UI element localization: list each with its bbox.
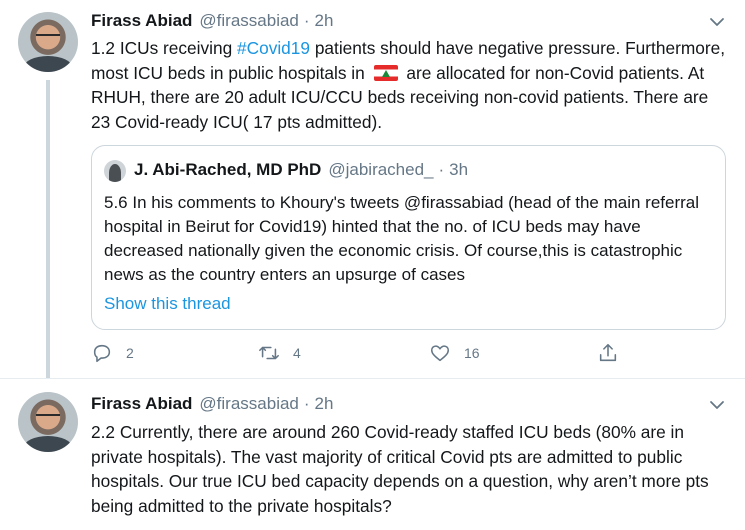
- tweet-text: 2.2 Currently, there are around 260 Covi…: [91, 422, 709, 516]
- quoted-tweet-text: 5.6 In his comments to Khoury's tweets @…: [104, 193, 699, 284]
- quoted-author-name[interactable]: J. Abi-Rached, MD PhD: [134, 160, 321, 180]
- like-count: 16: [464, 345, 480, 361]
- tweet-text: 1.2 ICUs receiving #Covid19 patients sho…: [91, 36, 727, 134]
- author-name[interactable]: Firass Abiad: [91, 394, 192, 414]
- heart-icon: [430, 345, 450, 362]
- tweet-text-part: 1.2 ICUs receiving: [91, 38, 237, 58]
- reply-button[interactable]: 2: [91, 342, 134, 364]
- tweet-actions: 2 4 16: [91, 342, 631, 366]
- avatar[interactable]: [18, 12, 78, 72]
- share-button[interactable]: [597, 342, 619, 364]
- tweet[interactable]: Firass Abiad @firassabiad · 2h 2.2 Curre…: [0, 378, 745, 530]
- avatar[interactable]: [18, 392, 78, 452]
- reply-count: 2: [126, 345, 134, 361]
- chevron-down-icon[interactable]: [709, 397, 725, 413]
- timestamp[interactable]: 2h: [315, 11, 334, 31]
- thread-connector-line: [46, 80, 50, 380]
- author-name[interactable]: Firass Abiad: [91, 11, 192, 31]
- quoted-tweet-header: J. Abi-Rached, MD PhD @jabirached_ · 3h: [134, 160, 468, 180]
- reply-icon: [93, 344, 111, 363]
- quoted-tweet[interactable]: J. Abi-Rached, MD PhD @jabirached_ · 3h …: [91, 145, 726, 330]
- separator-dot: ·: [303, 11, 310, 30]
- author-handle[interactable]: @firassabiad: [199, 11, 298, 31]
- retweet-count: 4: [293, 345, 301, 361]
- timestamp[interactable]: 2h: [315, 394, 334, 414]
- quoted-author-handle[interactable]: @jabirached_: [328, 160, 433, 180]
- quoted-timestamp[interactable]: 3h: [449, 160, 468, 180]
- like-button[interactable]: 16: [429, 342, 480, 364]
- tweet[interactable]: Firass Abiad @firassabiad · 2h 1.2 ICUs …: [0, 0, 745, 380]
- lebanon-flag-icon: [373, 64, 398, 81]
- quoted-avatar[interactable]: [104, 160, 126, 182]
- tweet-header: Firass Abiad @firassabiad · 2h: [91, 394, 333, 416]
- author-handle[interactable]: @firassabiad: [199, 394, 298, 414]
- retweet-button[interactable]: 4: [258, 342, 301, 364]
- show-thread-link[interactable]: Show this thread: [104, 294, 231, 314]
- hashtag-link[interactable]: #Covid19: [237, 38, 310, 58]
- share-icon: [599, 343, 617, 362]
- chevron-down-icon[interactable]: [709, 14, 725, 30]
- separator-dot: ·: [303, 394, 310, 413]
- separator-dot: ·: [438, 160, 445, 179]
- tweet-header: Firass Abiad @firassabiad · 2h: [91, 11, 333, 33]
- retweet-icon: [259, 346, 279, 360]
